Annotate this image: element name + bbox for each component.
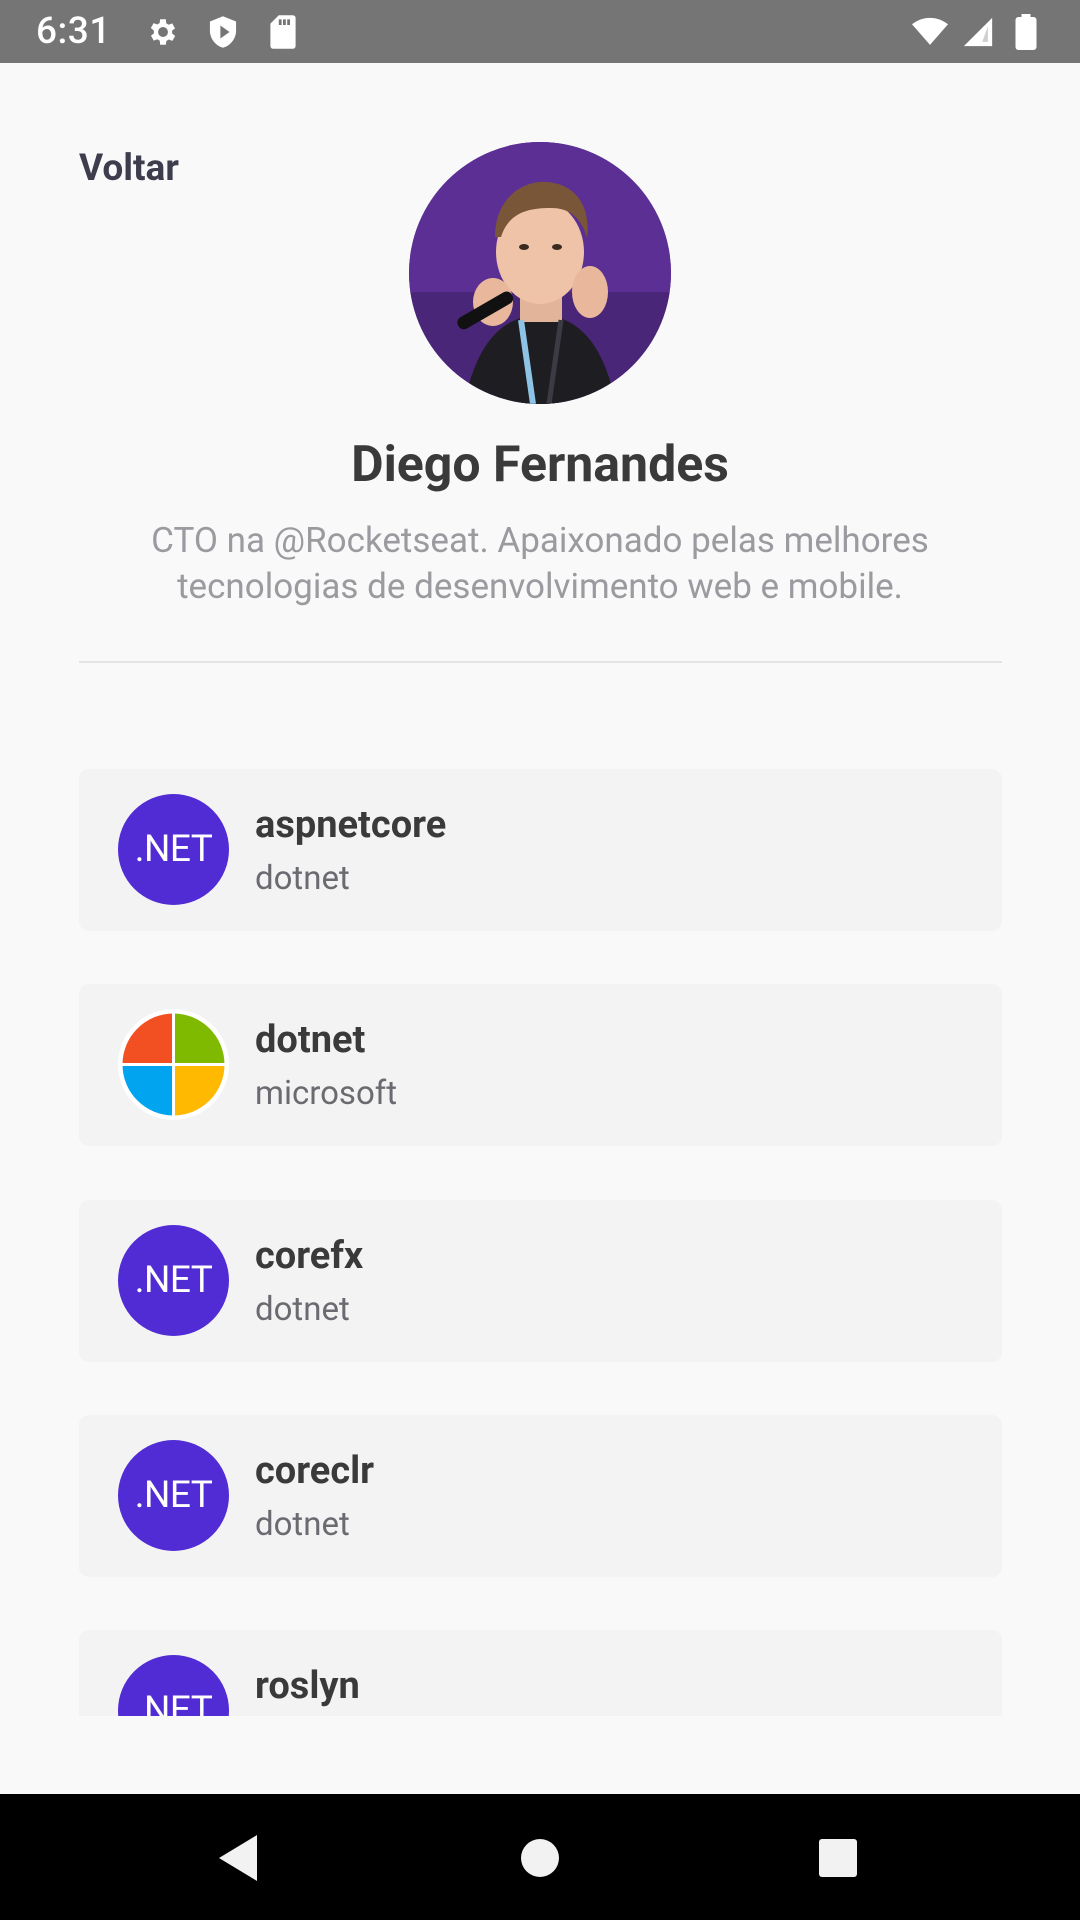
profile-screen: Voltar Diego Fernandes CTO na @Rocketsea…	[0, 63, 1080, 1794]
repository-owner: microsoft	[255, 1074, 398, 1113]
shield-icon	[205, 14, 241, 50]
sd-card-icon	[265, 14, 301, 50]
avatar	[409, 142, 671, 404]
badge-text: .NET	[134, 828, 213, 871]
recents-square-icon[interactable]	[810, 1830, 866, 1886]
microsoft-logo-icon	[118, 1009, 229, 1120]
repository-card[interactable]: .NET corefx dotnet	[79, 1200, 1002, 1362]
home-circle-icon[interactable]	[512, 1830, 568, 1886]
battery-icon	[1008, 13, 1044, 50]
repository-name: corefx	[255, 1234, 364, 1278]
dotnet-logo-icon: .NET	[118, 1225, 229, 1336]
navigation-bar	[0, 1794, 1080, 1920]
profile-name: Diego Fernandes	[351, 436, 729, 494]
repository-card[interactable]: .NET coreclr dotnet	[79, 1415, 1002, 1577]
repository-name: coreclr	[255, 1449, 375, 1493]
repository-name: roslyn	[255, 1664, 360, 1708]
dotnet-logo-icon: .NET	[118, 794, 229, 905]
status-icons-left	[145, 14, 301, 50]
cell-signal-icon	[960, 14, 996, 50]
status-icons-right	[912, 13, 1044, 50]
repository-card[interactable]: dotnet microsoft	[79, 984, 1002, 1146]
repository-list: .NET aspnetcore dotnet dotnet microsoft …	[79, 769, 1002, 1716]
profile-bio: CTO na @Rocketseat. Apaixonado pelas mel…	[151, 520, 929, 607]
divider	[79, 661, 1002, 663]
status-bar: 6:31	[0, 0, 1080, 63]
repository-name: dotnet	[255, 1018, 366, 1062]
repository-card[interactable]: .NET roslyn dotnet	[79, 1630, 1002, 1716]
status-time: 6:31	[36, 10, 111, 53]
dotnet-logo-icon: .NET	[118, 1440, 229, 1551]
back-button[interactable]: Voltar	[79, 147, 179, 190]
badge-text: .NET	[134, 1689, 213, 1716]
repository-name: aspnetcore	[255, 803, 447, 847]
repository-owner: dotnet	[255, 1290, 350, 1329]
back-triangle-icon[interactable]	[210, 1830, 266, 1886]
repository-card[interactable]: .NET aspnetcore dotnet	[79, 769, 1002, 931]
badge-text: .NET	[134, 1474, 213, 1517]
badge-text: .NET	[134, 1259, 213, 1302]
gear-icon	[145, 14, 181, 50]
repository-owner: dotnet	[255, 859, 350, 898]
dotnet-logo-icon: .NET	[118, 1655, 229, 1716]
wifi-icon	[912, 14, 948, 50]
repository-owner: dotnet	[255, 1505, 350, 1544]
